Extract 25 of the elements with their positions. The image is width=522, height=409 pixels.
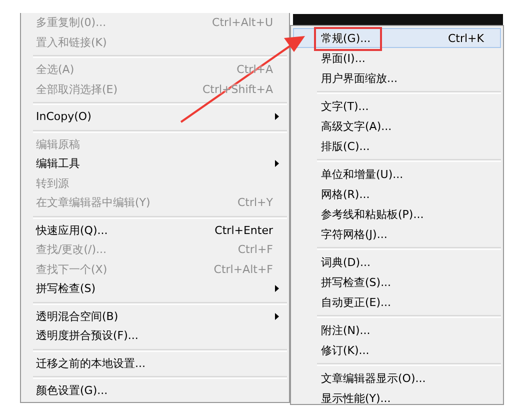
menu-item[interactable]: 自动更正(E)...	[293, 292, 501, 312]
menu-item[interactable]: 迁移之前的本地设置...	[21, 354, 289, 373]
menu-item[interactable]: 单位和增量(U)...	[293, 164, 501, 184]
menu-item[interactable]: 快速应用(Q)... Ctrl+Enter	[21, 220, 289, 240]
menu-item[interactable]: 网格(R)...	[293, 184, 501, 204]
menu-item[interactable]: 常规(G)... Ctrl+K	[293, 28, 501, 48]
menu-item[interactable]: 显示性能(Y)...	[293, 388, 501, 408]
menu-item[interactable]: 词典(D)...	[293, 252, 501, 272]
menu-item[interactable]: 透明混合空间(B)	[21, 306, 289, 326]
menu-item[interactable]: 附注(N)...	[293, 320, 501, 340]
menu-item[interactable]: 字符网格(J)...	[293, 224, 501, 244]
menu-item[interactable]: 拼写检查(S)...	[293, 272, 501, 292]
menu-item[interactable]: 文章编辑器显示(O)...	[293, 368, 501, 388]
menu-item[interactable]: 高级文字(A)...	[293, 116, 501, 136]
menu-item[interactable]: 排版(C)...	[293, 136, 501, 156]
menu-item[interactable]: 颜色设置(G)...	[21, 381, 289, 400]
menu-item[interactable]: 拼写检查(S)	[21, 279, 289, 298]
menu-item[interactable]: 编辑工具	[21, 154, 289, 174]
menu-item[interactable]: 文字(T)...	[293, 96, 501, 116]
menu-item[interactable]: 修订(K)...	[293, 340, 501, 360]
menu-item[interactable]: 参考线和粘贴板(P)...	[293, 204, 501, 224]
menu-item[interactable]: 透明度拼合预设(F)...	[21, 326, 289, 346]
menu-item[interactable]: InCopy(O)	[21, 107, 289, 126]
menu-item[interactable]: 界面(I)...	[293, 48, 501, 68]
menu-item[interactable]: 用户界面缩放...	[293, 68, 501, 88]
